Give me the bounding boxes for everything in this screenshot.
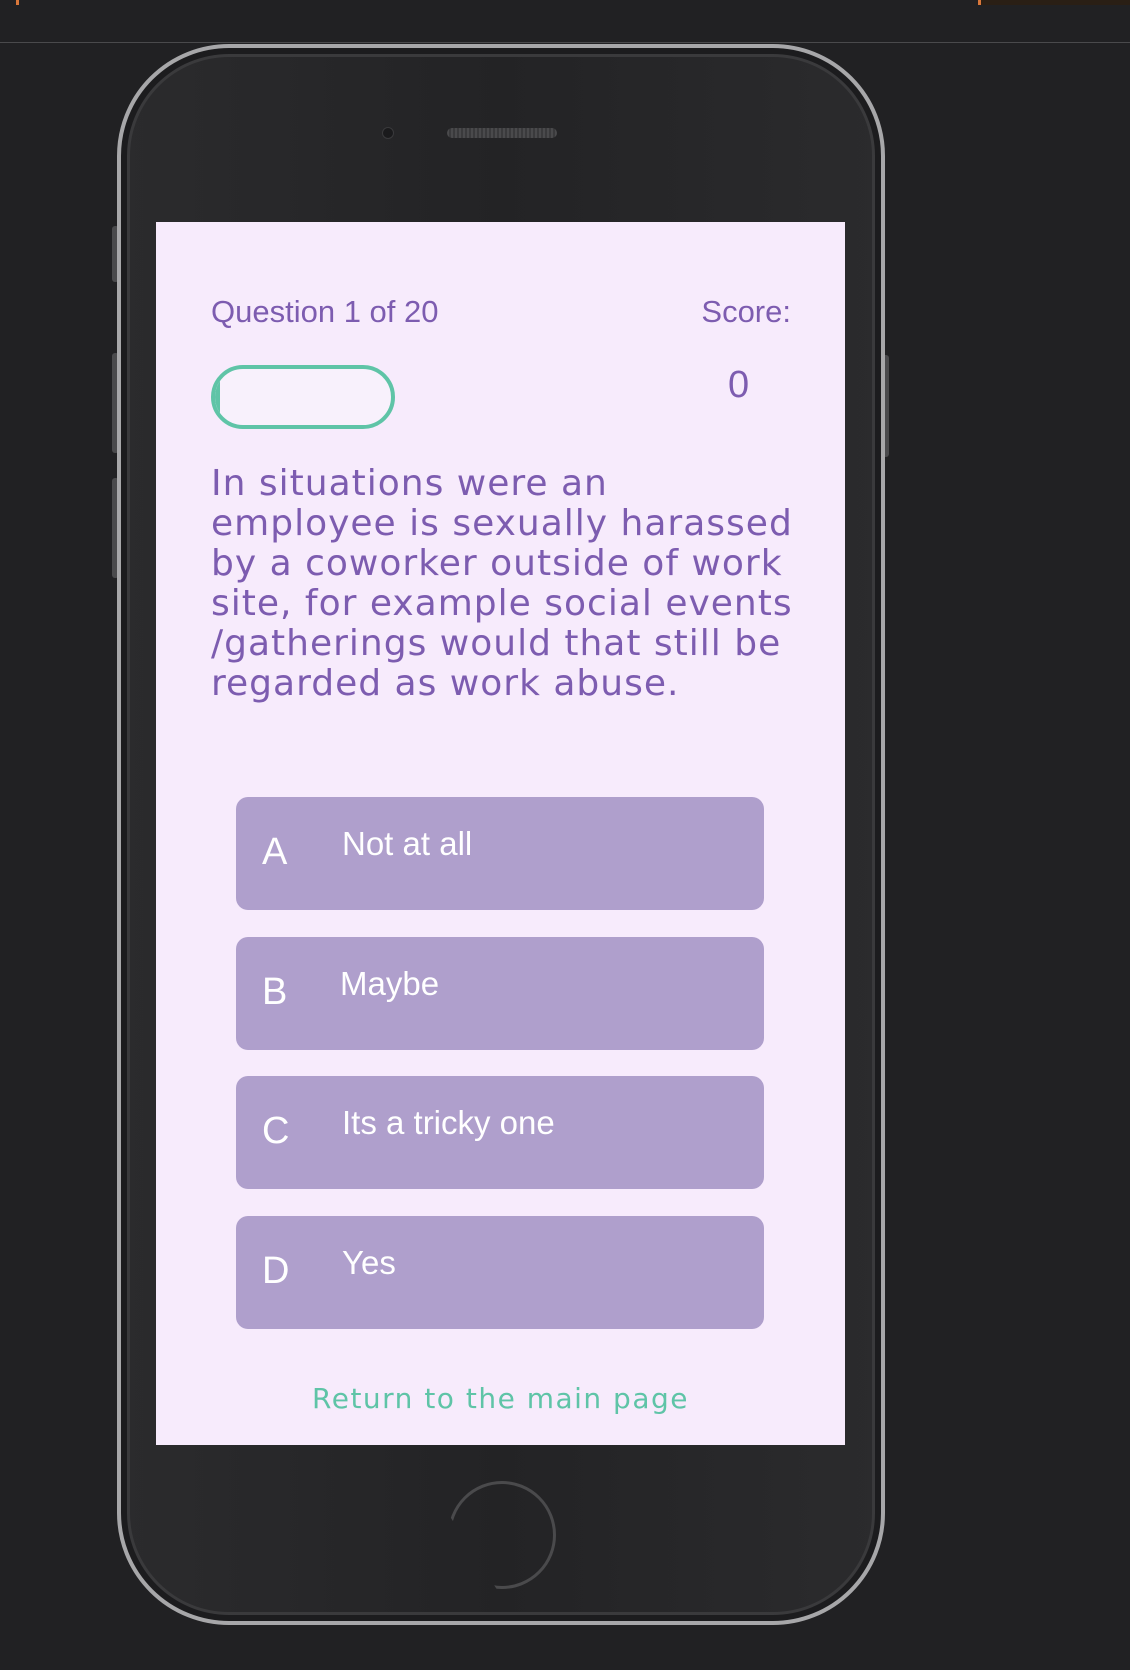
- option-letter: C: [262, 1110, 290, 1152]
- option-letter: D: [262, 1250, 290, 1292]
- option-text: Maybe: [340, 965, 440, 1002]
- progress-bar: [211, 365, 395, 429]
- score-value: 0: [728, 364, 750, 406]
- quiz-screen: Question 1 of 20 Score: 0 In situations …: [156, 222, 845, 1445]
- question-text: In situations were an employee is sexual…: [211, 463, 793, 704]
- earpiece-speaker: [447, 128, 557, 138]
- top-accent-left: [16, 0, 19, 5]
- option-b-button[interactable]: B Maybe: [236, 937, 764, 1050]
- option-text: Its a tricky one: [342, 1104, 555, 1141]
- top-bar: [0, 0, 1130, 43]
- score-label: Score:: [701, 294, 791, 329]
- option-c-button[interactable]: C Its a tricky one: [236, 1076, 764, 1189]
- progress-bar-fill: [215, 369, 221, 425]
- option-text: Yes: [342, 1244, 396, 1281]
- option-d-button[interactable]: D Yes: [236, 1216, 764, 1329]
- top-accent-strip: [981, 0, 1130, 5]
- front-camera-icon: [382, 127, 394, 139]
- option-text: Not at all: [342, 825, 473, 862]
- option-a-button[interactable]: A Not at all: [236, 797, 764, 910]
- option-letter: B: [262, 971, 288, 1013]
- question-counter: Question 1 of 20: [211, 294, 439, 329]
- return-main-page-link[interactable]: Return to the main page: [156, 1382, 845, 1415]
- option-letter: A: [262, 831, 288, 873]
